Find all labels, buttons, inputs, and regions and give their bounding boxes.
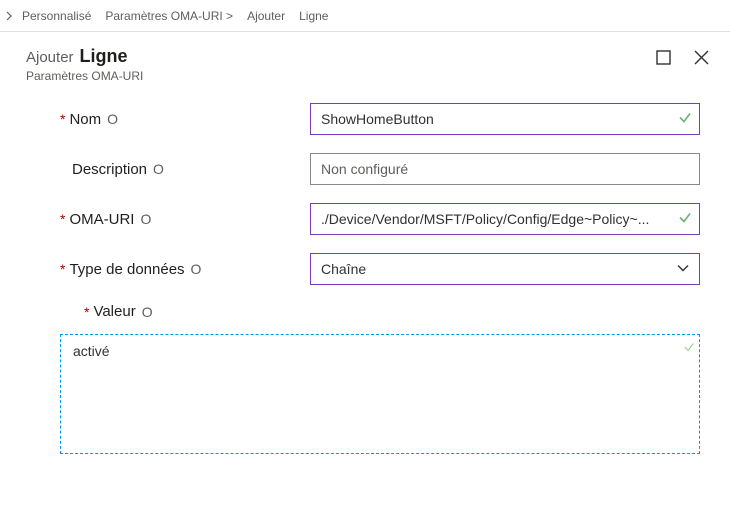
row-datatype: * Type de données O Chaîne (60, 253, 700, 285)
row-omauri: * OMA-URI O (60, 203, 700, 235)
info-icon[interactable]: O (142, 304, 153, 320)
page-title: Ligne (80, 46, 128, 67)
breadcrumb-item-add[interactable]: Ajouter (241, 9, 291, 23)
row-name: * Nom O (60, 103, 700, 135)
row-value-label: * Valeur O (84, 303, 700, 320)
panel-subtitle: Paramètres OMA-URI (26, 69, 143, 83)
info-icon[interactable]: O (153, 161, 164, 177)
label-value: Valeur (93, 303, 135, 320)
required-star: * (60, 212, 65, 226)
name-input[interactable] (310, 103, 700, 135)
breadcrumb-item-omauri-settings[interactable]: Paramètres OMA-URI > (99, 9, 239, 23)
info-icon[interactable]: O (191, 261, 202, 277)
form-area: * Nom O Description O * OMA-URI O (0, 89, 730, 457)
info-icon[interactable]: O (107, 111, 118, 127)
datatype-selected: Chaîne (321, 261, 366, 277)
info-icon[interactable]: O (140, 211, 151, 227)
label-datatype: Type de données (69, 261, 184, 278)
panel-action: Ajouter (26, 49, 74, 66)
description-input[interactable] (310, 153, 700, 185)
panel-header: Ajouter Ligne Paramètres OMA-URI (0, 32, 730, 89)
label-name: Nom (69, 111, 101, 128)
datatype-select[interactable]: Chaîne (310, 253, 700, 285)
label-omauri: OMA-URI (69, 211, 134, 228)
close-button[interactable] (692, 48, 710, 66)
value-textarea[interactable] (60, 334, 700, 454)
breadcrumb-item-custom[interactable]: Personnalisé (16, 9, 97, 23)
maximize-button[interactable] (654, 48, 672, 66)
required-star: * (84, 305, 89, 319)
required-star: * (60, 112, 65, 126)
square-icon (656, 50, 671, 65)
chevron-right-icon (4, 11, 14, 21)
breadcrumb: Personnalisé Paramètres OMA-URI > Ajoute… (0, 0, 730, 32)
label-description: Description (72, 161, 147, 178)
required-star: * (60, 262, 65, 276)
omauri-input[interactable] (310, 203, 700, 235)
close-icon (694, 50, 709, 65)
row-description: Description O (60, 153, 700, 185)
breadcrumb-item-row[interactable]: Ligne (293, 9, 334, 23)
